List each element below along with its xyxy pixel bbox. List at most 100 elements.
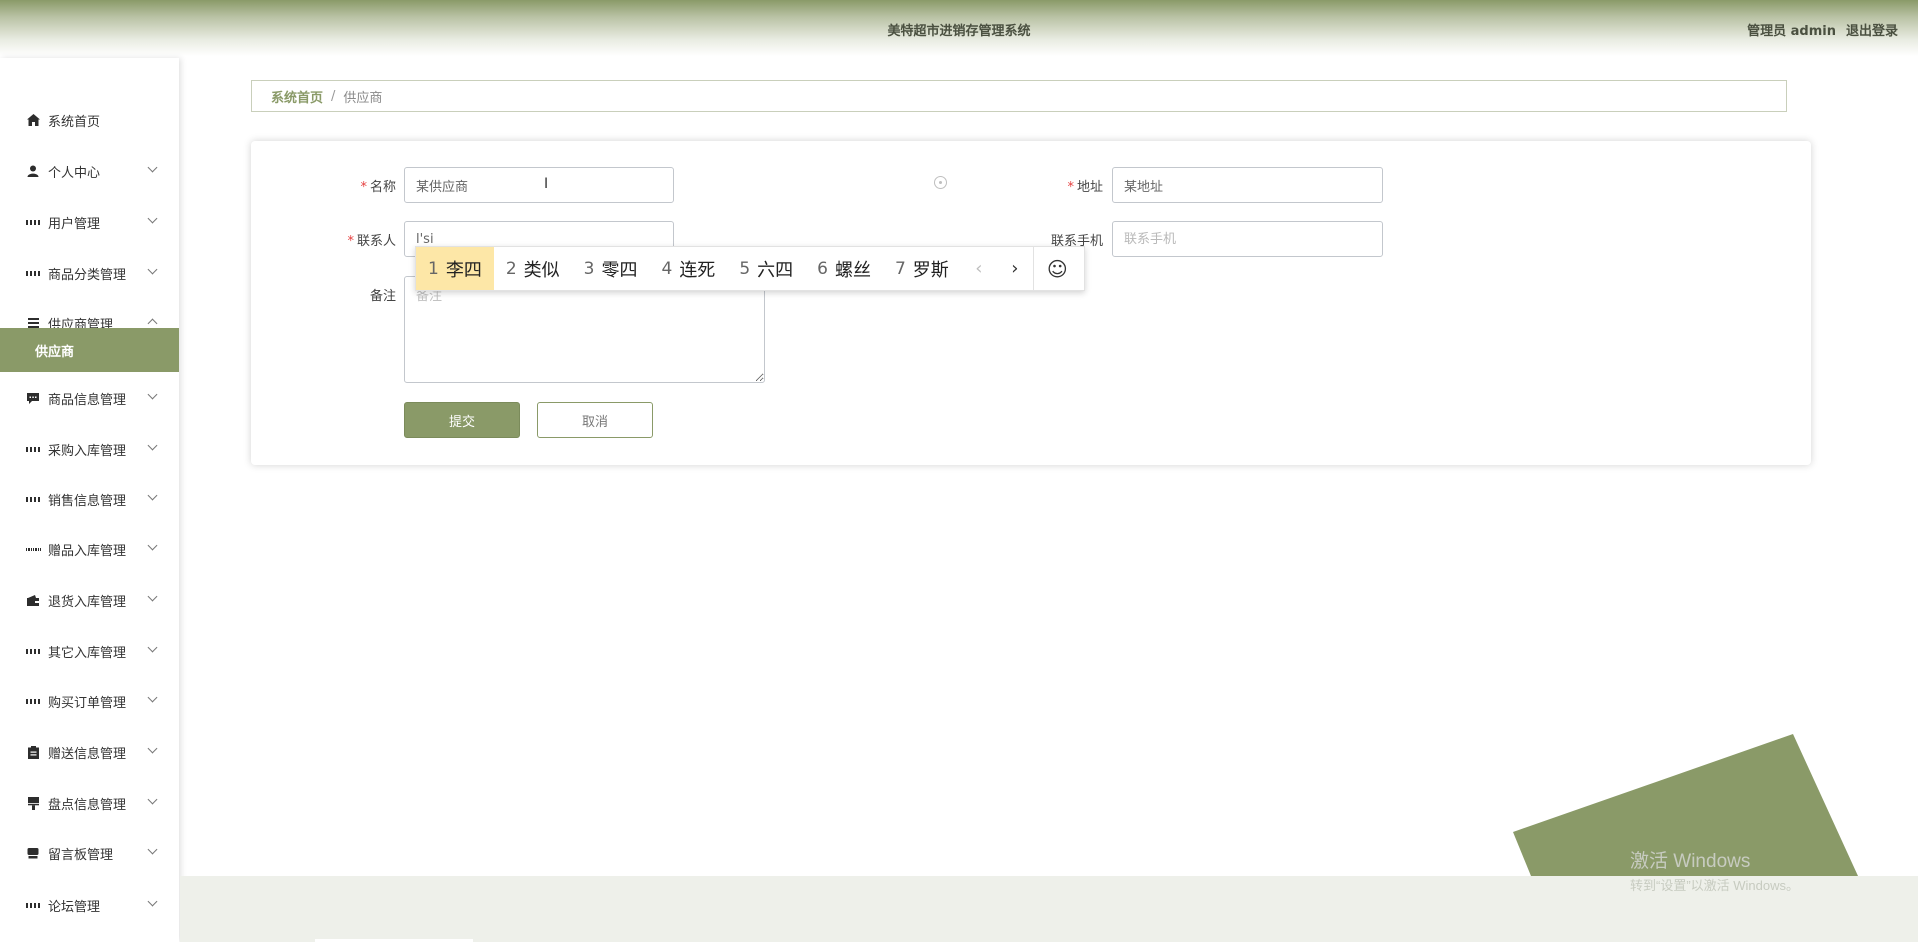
grid-icon [26, 898, 40, 912]
chevron-down-icon [147, 692, 158, 703]
clear-icon[interactable] [934, 176, 947, 189]
sidebar-item-label: 赠送信息管理 [48, 746, 127, 762]
chevron-down-icon [147, 440, 158, 451]
grid9-icon [26, 542, 40, 556]
breadcrumb-current: 供应商 [343, 90, 383, 106]
wallet-icon [26, 593, 40, 607]
chevron-down-icon [147, 540, 158, 551]
current-user-label: 管理员 admin [1747, 24, 1836, 39]
address-input[interactable] [1112, 167, 1383, 203]
top-header: 美特超市进销存管理系统 管理员 admin 退出登录 [0, 0, 1918, 56]
cancel-button[interactable]: 取消 [537, 402, 653, 438]
ime-candidate[interactable]: 7 罗斯 [883, 247, 961, 290]
chat-icon [26, 846, 40, 860]
required-mark: * [360, 180, 367, 195]
chevron-down-icon [147, 490, 158, 501]
sidebar-item-label: 留言板管理 [48, 847, 114, 863]
ime-candidate[interactable]: 2 类似 [494, 247, 572, 290]
header-user-area: 管理员 admin 退出登录 [1747, 20, 1898, 39]
breadcrumb: 系统首页 / 供应商 [251, 80, 1787, 112]
remark-textarea[interactable] [404, 276, 765, 383]
sidebar-item-user-management[interactable]: 用户管理 [0, 203, 179, 241]
chevron-up-icon [147, 318, 158, 329]
ime-candidate[interactable]: 1 李四 [416, 247, 494, 290]
message-icon [26, 391, 40, 405]
text-cursor-icon: Ι [544, 176, 549, 192]
sidebar-item-sales-management[interactable]: 销售信息管理 [0, 480, 179, 518]
ime-candidate[interactable]: 6 螺丝 [805, 247, 883, 290]
chevron-down-icon [147, 213, 158, 224]
grid-icon [26, 492, 40, 506]
sidebar-item-gift-info-management[interactable]: 赠送信息管理 [0, 733, 179, 771]
sidebar-item-home[interactable]: 系统首页 [0, 101, 179, 139]
name-input[interactable] [404, 167, 674, 203]
chevron-left-icon[interactable]: ‹ [961, 247, 997, 290]
sidebar-item-personal-center[interactable]: 个人中心 [0, 152, 179, 190]
sidebar-subitem-supplier[interactable]: 供应商 [0, 328, 179, 372]
sidebar-item-return-management[interactable]: 退货入库管理 [0, 581, 179, 619]
ime-candidate-bar: 1 李四 2 类似 3 零四 4 连死 5 六四 6 螺丝 7 罗斯 ‹ › ☺ [415, 246, 1085, 291]
breadcrumb-separator: / [331, 88, 336, 104]
sidebar-item-message-board-management[interactable]: 留言板管理 [0, 834, 179, 872]
emoji-icon[interactable]: ☺ [1032, 247, 1081, 290]
brush-icon [26, 796, 40, 810]
submit-button[interactable]: 提交 [404, 402, 520, 438]
sidebar-item-label: 其它入库管理 [48, 645, 127, 661]
sidebar-item-inventory-check-management[interactable]: 盘点信息管理 [0, 784, 179, 822]
sidebar-item-label: 商品分类管理 [48, 267, 127, 283]
app-title: 美特超市进销存管理系统 [887, 24, 1031, 39]
sidebar: 系统首页 个人中心 用户管理 商品分类管理 供应商管理 供应商 商品信息管理 采… [0, 58, 179, 942]
required-mark: * [347, 234, 354, 249]
chevron-down-icon [147, 844, 158, 855]
supplier-form-card: *名称 Ι *地址 *联系人 联系手机 备注 提交 取消 [251, 141, 1811, 465]
sidebar-item-category-management[interactable]: 商品分类管理 [0, 254, 179, 292]
ime-candidate[interactable]: 5 六四 [727, 247, 805, 290]
sidebar-item-label: 退货入库管理 [48, 594, 127, 610]
grid-icon [26, 442, 40, 456]
sidebar-item-other-stock-management[interactable]: 其它入库管理 [0, 632, 179, 670]
sidebar-item-label: 个人中心 [48, 165, 101, 181]
sidebar-item-forum-management[interactable]: 论坛管理 [0, 886, 179, 924]
grid-icon [26, 644, 40, 658]
phone-input[interactable] [1112, 221, 1383, 257]
chevron-down-icon [147, 794, 158, 805]
sidebar-item-label: 商品信息管理 [48, 392, 127, 408]
required-mark: * [1067, 180, 1074, 195]
chevron-down-icon [147, 264, 158, 275]
breadcrumb-home-link[interactable]: 系统首页 [271, 87, 323, 106]
sidebar-item-purchase-management[interactable]: 采购入库管理 [0, 430, 179, 468]
sidebar-item-label: 论坛管理 [48, 899, 101, 915]
ime-candidate[interactable]: 4 连死 [649, 247, 727, 290]
sidebar-item-product-management[interactable]: 商品信息管理 [0, 379, 179, 417]
chevron-down-icon [147, 389, 158, 400]
clipboard-icon [26, 745, 40, 759]
chevron-down-icon [147, 896, 158, 907]
address-label: * 地址 [1067, 180, 1103, 195]
remark-label: 备注 [369, 289, 396, 304]
sidebar-item-label: 销售信息管理 [48, 493, 127, 509]
sidebar-item-label: 系统首页 [48, 114, 101, 130]
sidebar-item-label: 购买订单管理 [48, 695, 127, 711]
sidebar-item-label: 采购入库管理 [48, 443, 127, 459]
grid-icon [26, 215, 40, 229]
sidebar-item-order-management[interactable]: 购买订单管理 [0, 682, 179, 720]
ime-candidate[interactable]: 3 零四 [572, 247, 650, 290]
home-icon [26, 113, 40, 127]
chevron-down-icon [147, 591, 158, 602]
sidebar-item-label: 赠品入库管理 [48, 543, 127, 559]
grid-icon [26, 266, 40, 280]
name-label: * 名称 [360, 180, 396, 195]
sidebar-item-label: 盘点信息管理 [48, 797, 127, 813]
contact-label: * 联系人 [347, 234, 396, 249]
windows-activation-watermark: 激活 Windows 转到“设置”以激活 Windows。 [1630, 851, 1800, 893]
user-icon [26, 164, 40, 178]
chevron-down-icon [147, 162, 158, 173]
grid-icon [26, 694, 40, 708]
sidebar-item-label: 供应商 [35, 344, 75, 360]
sidebar-item-gift-stock-management[interactable]: 赠品入库管理 [0, 530, 179, 568]
logout-button[interactable]: 退出登录 [1846, 20, 1898, 39]
chevron-right-icon[interactable]: › [997, 247, 1033, 290]
sidebar-item-label: 用户管理 [48, 216, 101, 232]
chevron-down-icon [147, 642, 158, 653]
chevron-down-icon [147, 743, 158, 754]
